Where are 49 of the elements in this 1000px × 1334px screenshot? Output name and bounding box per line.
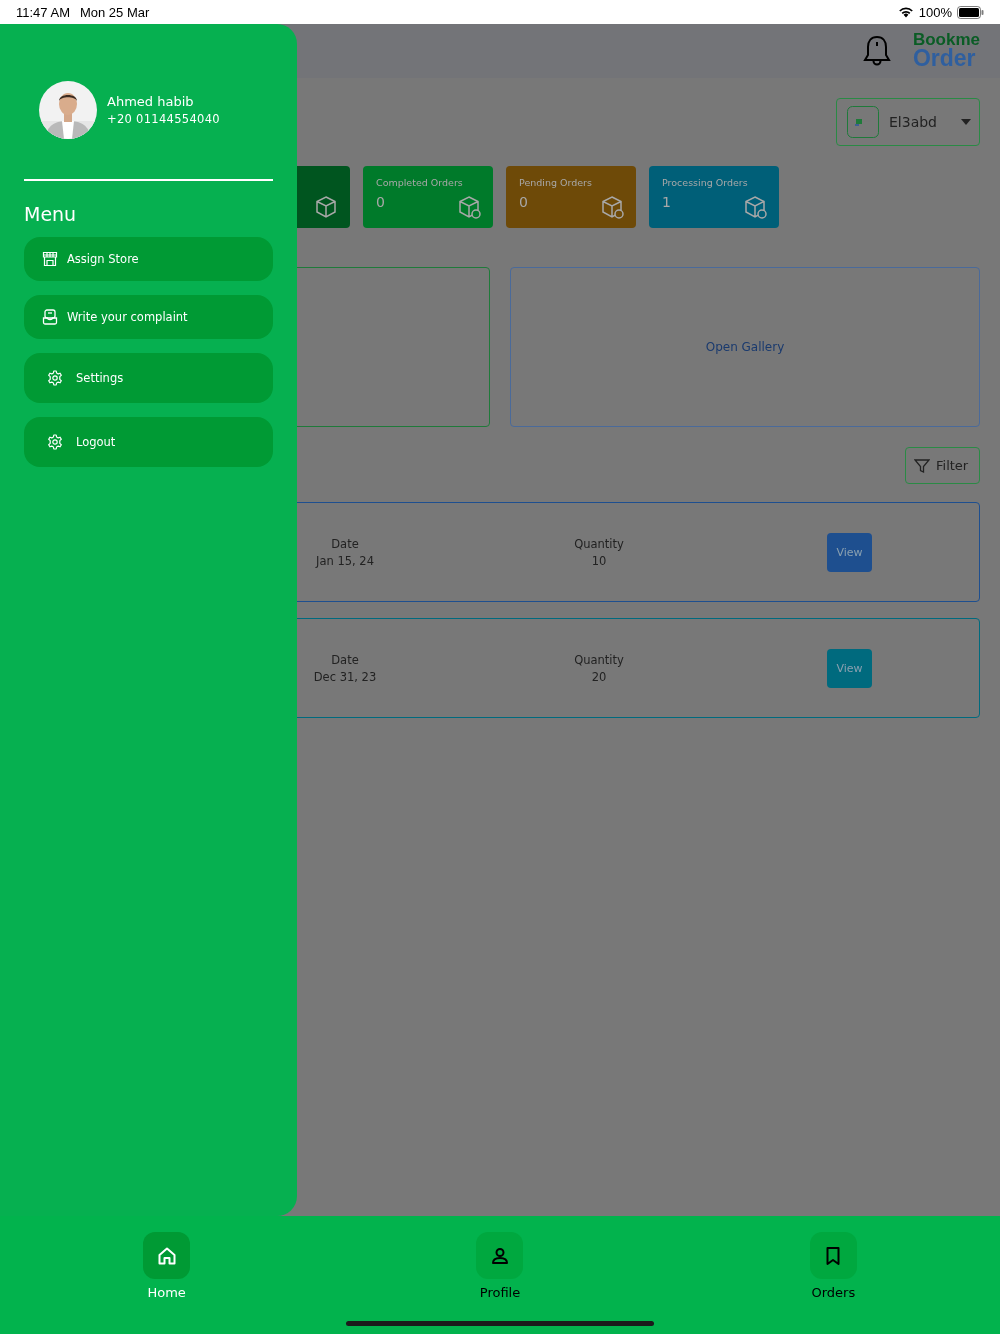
stat-label: Completed Orders bbox=[376, 177, 464, 188]
status-time: 11:47 AM bbox=[16, 4, 70, 20]
date-label: Date bbox=[331, 652, 359, 667]
person-icon bbox=[490, 1245, 510, 1266]
bell-icon[interactable] bbox=[862, 35, 891, 67]
view-button[interactable]: View bbox=[827, 532, 872, 572]
quantity-label: Quantity bbox=[574, 536, 624, 551]
box-icon bbox=[600, 195, 624, 219]
stat-count: 0 bbox=[376, 194, 385, 210]
inbox-person-icon bbox=[42, 308, 58, 325]
order-date: Dec 31, 23 bbox=[313, 669, 377, 684]
order-quantity: 10 bbox=[591, 553, 607, 568]
caret-icon bbox=[961, 119, 971, 125]
store-logo-icon bbox=[847, 106, 879, 138]
menu-item[interactable]: Write your complaint bbox=[24, 294, 273, 339]
user-phone: +20 01144554040 bbox=[107, 112, 220, 126]
store-icon bbox=[42, 250, 58, 267]
status-date: Mon 25 Mar bbox=[79, 4, 150, 20]
date-label: Date bbox=[331, 536, 359, 551]
quantity-label: Quantity bbox=[574, 652, 624, 667]
home-icon bbox=[156, 1245, 177, 1266]
filter-button[interactable]: Filter bbox=[905, 447, 980, 484]
menu-item[interactable]: Settings bbox=[24, 352, 273, 403]
box-icon bbox=[314, 195, 338, 219]
logo-text: Order bbox=[912, 48, 976, 70]
order-quantity: 20 bbox=[591, 669, 607, 684]
nav-tab[interactable]: Home bbox=[0, 1216, 334, 1334]
stat-count: 0 bbox=[519, 194, 528, 210]
view-button[interactable]: View bbox=[827, 648, 872, 688]
menu-item[interactable]: Logout bbox=[24, 416, 273, 467]
stat-label: Pending Orders bbox=[519, 177, 593, 188]
open-gallery-button[interactable]: Open Gallery bbox=[510, 267, 980, 427]
nav-tab[interactable]: Orders bbox=[666, 1216, 1000, 1334]
wifi-icon bbox=[897, 6, 914, 18]
stat-label: Processing Orders bbox=[662, 177, 749, 188]
gear-icon bbox=[47, 369, 63, 386]
stat-count: 1 bbox=[662, 194, 671, 210]
gear-icon bbox=[47, 433, 63, 450]
box-icon bbox=[743, 195, 767, 219]
order-date: Jan 15, 24 bbox=[316, 553, 374, 568]
battery-percent: 100% bbox=[918, 4, 952, 20]
store-dropdown[interactable]: El3abd bbox=[836, 98, 980, 146]
user-name: Ahmed habib bbox=[107, 94, 195, 109]
logo-text: Bookme bbox=[912, 32, 980, 49]
filter-icon bbox=[914, 457, 930, 474]
menu-title: Menu bbox=[24, 202, 78, 225]
box-icon bbox=[457, 195, 481, 219]
menu-item[interactable]: Assign Store bbox=[24, 236, 273, 281]
battery-icon bbox=[957, 5, 984, 19]
